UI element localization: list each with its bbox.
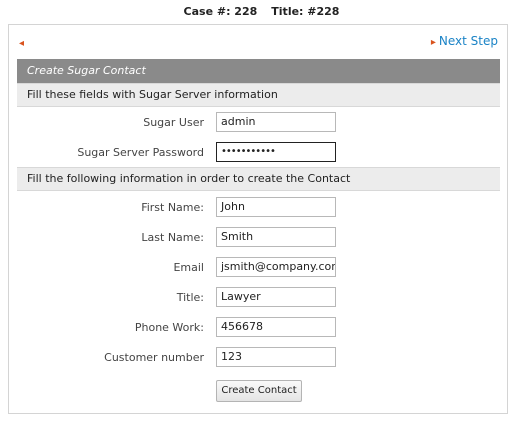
create-contact-button[interactable]: Create Contact: [216, 380, 302, 402]
back-arrow-icon[interactable]: ◂: [19, 38, 24, 49]
customer-number-label: Customer number: [104, 351, 204, 364]
next-step-link[interactable]: ▸ Next Step: [431, 34, 498, 48]
first-name-label: First Name:: [141, 201, 204, 214]
section-header-server: Fill these fields with Sugar Server info…: [17, 83, 500, 107]
last-name-label: Last Name:: [141, 231, 204, 244]
email-input[interactable]: jsmith@company.com: [216, 257, 336, 277]
password-input[interactable]: •••••••••••: [216, 142, 336, 162]
password-label: Sugar Server Password: [77, 146, 204, 159]
last-name-input[interactable]: Smith: [216, 227, 336, 247]
phone-work-label: Phone Work:: [134, 321, 204, 334]
case-header: Case #: 228 Title: #228: [0, 5, 523, 18]
phone-work-input[interactable]: 456678: [216, 317, 336, 337]
title-input[interactable]: Lawyer: [216, 287, 336, 307]
next-step-label: Next Step: [438, 34, 498, 48]
section-header-contact: Fill the following information in order …: [17, 167, 500, 191]
case-title: Title: #228: [271, 5, 340, 18]
sugar-user-label: Sugar User: [143, 116, 204, 129]
first-name-input[interactable]: John: [216, 197, 336, 217]
form-title: Create Sugar Contact: [17, 59, 500, 83]
case-number: Case #: 228: [183, 5, 258, 18]
title-label: Title:: [176, 291, 204, 304]
next-arrow-icon: ▸: [430, 37, 436, 48]
sugar-user-input[interactable]: admin: [216, 112, 336, 132]
form-panel: ◂ ▸ Next Step Create Sugar Contact Fill t…: [8, 24, 508, 414]
customer-number-input[interactable]: 123: [216, 347, 336, 367]
email-label: Email: [173, 261, 204, 274]
